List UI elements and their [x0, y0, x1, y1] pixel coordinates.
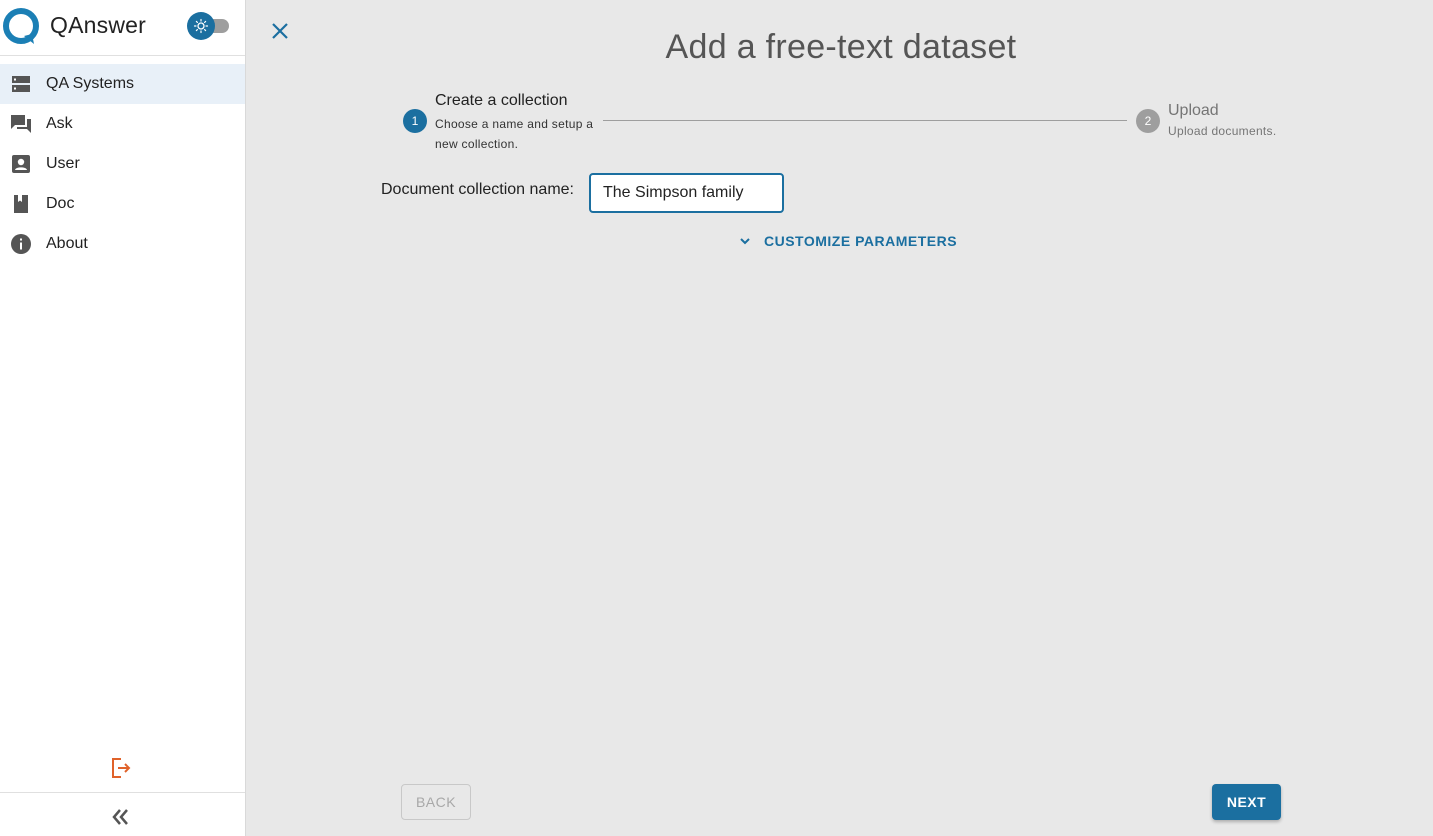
sidebar-item-doc[interactable]: Doc: [0, 184, 245, 224]
sidebar-item-label: Ask: [46, 115, 73, 132]
qanswer-logo-icon: [3, 8, 39, 44]
stepper: 1 Create a collection Choose a name and …: [403, 90, 1283, 152]
customize-parameters-button[interactable]: CUSTOMIZE PARAMETERS: [736, 231, 957, 251]
step-number: 1: [403, 109, 427, 133]
chat-bubbles-icon: [11, 115, 31, 133]
toggle-knob: [187, 12, 215, 40]
sidebar-item-ask[interactable]: Ask: [0, 104, 245, 144]
app-name: QAnswer: [50, 12, 146, 38]
book-icon: [14, 195, 28, 213]
next-button[interactable]: NEXT: [1212, 784, 1281, 820]
sidebar-item-about[interactable]: About: [0, 224, 245, 264]
collection-name-input[interactable]: [589, 173, 784, 213]
main-panel: Add a free-text dataset 1 Create a colle…: [246, 0, 1433, 836]
server-icon: [12, 76, 30, 92]
customize-parameters-label: CUSTOMIZE PARAMETERS: [764, 233, 958, 249]
step-number: 2: [1136, 109, 1160, 133]
info-icon: [11, 234, 31, 254]
back-button[interactable]: BACK: [401, 784, 471, 820]
sidebar-item-qa-systems[interactable]: QA Systems: [0, 64, 245, 104]
chevron-down-icon: [740, 238, 750, 245]
sidebar: QAnswer QA Systems Ask User Doc About: [0, 0, 246, 836]
step-connector: [603, 120, 1127, 121]
step-description: Choose a name and setup a new collection…: [435, 117, 594, 151]
theme-toggle[interactable]: [187, 12, 229, 40]
step-title: Upload: [1168, 102, 1219, 119]
sidebar-item-label: User: [46, 155, 80, 172]
sidebar-item-user[interactable]: User: [0, 144, 245, 184]
logout-icon[interactable]: [109, 756, 133, 780]
step-title: Create a collection: [435, 92, 568, 109]
brand-header: QAnswer: [0, 0, 245, 56]
sidebar-nav: QA Systems Ask User Doc About: [0, 64, 245, 264]
sidebar-item-label: QA Systems: [46, 75, 135, 92]
account-box-icon: [12, 155, 30, 173]
sidebar-divider: [0, 792, 245, 793]
page-title: Add a free-text dataset: [665, 28, 1017, 66]
step-description: Upload documents.: [1168, 124, 1277, 138]
sun-icon: [193, 18, 209, 34]
sidebar-item-label: Doc: [46, 195, 75, 212]
sidebar-item-label: About: [46, 235, 88, 252]
double-chevron-left-icon[interactable]: [110, 806, 132, 828]
collection-name-label: Document collection name:: [381, 181, 574, 198]
